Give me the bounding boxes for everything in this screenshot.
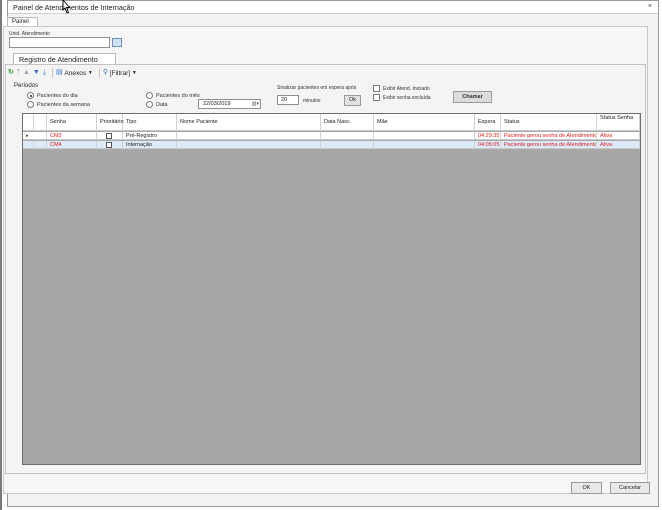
radio-icon xyxy=(146,101,153,108)
calendar-dropdown-icon[interactable]: ▥▾ xyxy=(252,101,259,107)
cell-status-senha: Ativa xyxy=(597,132,640,140)
move-bottom-icon: ⤓ xyxy=(42,69,46,76)
minutos-input[interactable]: 20 xyxy=(277,95,299,105)
anexos-button[interactable]: ▤ Anexos ▼ xyxy=(56,69,93,77)
radio-icon xyxy=(27,92,34,99)
grid-header: Senha Prioritário Tipo Nome Paciente Dat… xyxy=(23,114,640,131)
checkbox-icon xyxy=(373,85,380,92)
sinalizar-label: Sinalizar pacientes em espera após xyxy=(277,85,357,91)
anexos-label: Anexos xyxy=(64,69,87,77)
cell-status: Paciente gerou senha de Atendimento xyxy=(501,132,597,140)
radio-icon xyxy=(27,101,34,108)
move-up-button[interactable]: ▲ xyxy=(23,69,30,77)
date-value: 22/03/2019 xyxy=(203,101,231,107)
prioritario-checkbox[interactable] xyxy=(106,142,112,148)
filtrar-button[interactable]: ⚲ [Filtrar] ▼ xyxy=(103,69,137,77)
row-indicator xyxy=(23,141,34,149)
row-expand xyxy=(34,132,47,140)
cell-mae xyxy=(374,141,475,149)
cell-status: Paciente gerou senha de Atendimento xyxy=(501,141,597,149)
col-data-nasc[interactable]: Data Nasc. xyxy=(321,114,374,131)
cell-tipo: Pré-Registro xyxy=(123,132,177,140)
table-row[interactable]: ▸ CM3 Pré-Registro 04:29:35 Paciente ger… xyxy=(23,132,640,140)
checkbox-label: Exibir senha excluída xyxy=(383,94,431,101)
cell-nasc xyxy=(321,141,374,149)
radio-pacientes-mes[interactable]: Pacientes do mês xyxy=(146,92,200,99)
row-expand xyxy=(34,141,47,149)
cell-espera: 04:29:35 xyxy=(475,132,501,140)
cell-prioritario xyxy=(97,141,123,149)
col-status-senha[interactable]: Status Senha xyxy=(597,114,640,131)
title-bar: Painel de Atendimentos de Internação × xyxy=(8,1,658,14)
close-icon[interactable]: × xyxy=(648,3,652,10)
row-indicator-icon: ▸ xyxy=(26,133,29,139)
chamar-button[interactable]: Chamar xyxy=(453,91,492,103)
window-title: Painel de Atendimentos de Internação xyxy=(13,3,135,12)
exibir-senha-excluida-checkbox[interactable]: Exibir senha excluída xyxy=(373,94,431,101)
cell-mae xyxy=(374,132,475,140)
prioritario-checkbox[interactable] xyxy=(106,133,112,139)
radio-data[interactable]: Data xyxy=(146,101,168,108)
grid-toolbar: ↻ ⤒ ▲ ▼ ⤓ ▤ Anexos ▼ ⚲ [Filtrar] ▼ xyxy=(8,67,308,79)
atendimentos-grid[interactable]: Senha Prioritário Tipo Nome Paciente Dat… xyxy=(22,113,641,465)
refresh-button[interactable]: ↻ xyxy=(8,69,14,77)
col-prioritario[interactable]: Prioritário xyxy=(97,114,124,131)
col-senha[interactable]: Senha xyxy=(47,114,97,131)
cell-nome xyxy=(177,141,321,149)
date-picker-input[interactable]: 22/03/2019 ▥▾ xyxy=(198,99,261,109)
move-top-icon: ⤒ xyxy=(16,69,20,76)
radio-icon xyxy=(146,92,153,99)
move-top-button[interactable]: ⤒ xyxy=(17,69,20,77)
refresh-icon: ↻ xyxy=(8,69,14,76)
chevron-down-icon: ▼ xyxy=(131,70,137,76)
arrow-up-icon: ▲ xyxy=(22,69,30,76)
cell-senha: CM3 xyxy=(47,132,97,140)
cell-nome xyxy=(177,132,321,140)
radio-pacientes-dia[interactable]: Pacientes do dia xyxy=(27,92,78,99)
radio-label: Pacientes do dia xyxy=(37,92,78,99)
toolbar-separator xyxy=(98,68,100,78)
cell-tipo: Internação xyxy=(123,141,177,149)
move-bottom-button[interactable]: ⤓ xyxy=(43,69,46,77)
minutos-label: minutos xyxy=(303,98,321,104)
cancel-button[interactable]: Cancelar xyxy=(610,482,650,494)
radio-label: Pacientes do mês xyxy=(156,92,200,99)
col-espera[interactable]: Espera xyxy=(475,114,501,131)
periodos-label: Períodos xyxy=(14,83,39,89)
ok-button[interactable]: OK xyxy=(571,482,602,494)
table-row[interactable]: CM4 Internação 04:05:05 Paciente gerou s… xyxy=(23,141,640,149)
screen-edge xyxy=(0,0,2,510)
indicator-header xyxy=(23,114,34,131)
radio-pacientes-semana[interactable]: Pacientes da semana xyxy=(27,101,90,108)
filter-icon: ⚲ xyxy=(102,69,108,76)
col-status[interactable]: Status xyxy=(501,114,597,131)
expand-header xyxy=(34,114,47,131)
sinalizar-ok-button[interactable]: Ok xyxy=(344,95,361,106)
radio-label: Pacientes da semana xyxy=(37,101,90,108)
attachment-icon: ▤ xyxy=(55,69,63,76)
checkbox-label: Exibir Atend. Iniciado xyxy=(383,85,430,92)
radio-label: Data xyxy=(156,101,168,108)
col-tipo[interactable]: Tipo xyxy=(123,114,177,131)
mouse-cursor-icon xyxy=(62,0,71,14)
chevron-down-icon: ▼ xyxy=(87,70,93,76)
col-nome-paciente[interactable]: Nome Paciente xyxy=(177,114,321,131)
exibir-atend-iniciado-checkbox[interactable]: Exibir Atend. Iniciado xyxy=(373,85,430,92)
col-mae[interactable]: Mãe xyxy=(374,114,475,131)
unid-lookup-button[interactable] xyxy=(112,38,122,47)
unid-atendimento-input[interactable] xyxy=(9,37,110,48)
filtrar-label: [Filtrar] xyxy=(109,69,131,77)
cell-senha: CM4 xyxy=(47,141,97,149)
checkbox-icon xyxy=(373,94,380,101)
cell-espera: 04:05:05 xyxy=(475,141,501,149)
arrow-down-icon: ▼ xyxy=(32,69,40,76)
toolbar-separator xyxy=(51,68,53,78)
cell-nasc xyxy=(321,132,374,140)
cell-status-senha: Ativa xyxy=(597,141,640,149)
move-down-button[interactable]: ▼ xyxy=(33,69,40,77)
cell-prioritario xyxy=(97,132,123,140)
